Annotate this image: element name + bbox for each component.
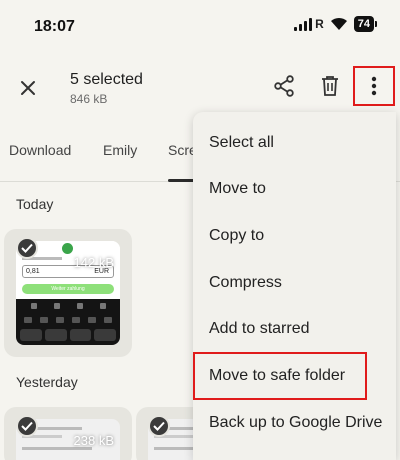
selection-size: 846 kB xyxy=(70,92,108,106)
tab-indicator xyxy=(168,179,196,182)
menu-item-move-to-safe-folder[interactable]: Move to safe folder xyxy=(209,367,345,385)
amount-text: 0,81 xyxy=(26,268,40,275)
tab-emily[interactable]: Emily xyxy=(103,142,137,158)
close-icon xyxy=(21,81,35,95)
status-bar: 18:07 R 74 xyxy=(0,0,400,56)
section-yesterday: Yesterday xyxy=(16,374,78,390)
tab-download[interactable]: Download xyxy=(9,142,71,158)
share-icon xyxy=(274,75,294,97)
menu-item-add-to-starred[interactable]: Add to starred xyxy=(209,320,310,338)
selected-check-icon xyxy=(16,415,38,437)
overflow-menu: Select all Move to Copy to Compress Add … xyxy=(193,112,396,460)
thumbnail-yesterday-1[interactable]: 238 kB xyxy=(4,407,132,460)
delete-button[interactable] xyxy=(316,72,344,100)
selected-check-icon xyxy=(16,237,38,259)
more-vert-icon xyxy=(371,76,377,96)
signal-icon: R xyxy=(294,17,324,31)
status-time: 18:07 xyxy=(34,18,75,35)
battery-icon: 74 xyxy=(353,16,378,32)
menu-item-backup-google-drive[interactable]: Back up to Google Drive xyxy=(209,414,382,432)
share-button[interactable] xyxy=(270,72,298,100)
thumbnail-size: 142 kB xyxy=(73,255,114,270)
menu-item-move-to[interactable]: Move to xyxy=(209,180,266,198)
selection-count-title: 5 selected xyxy=(70,71,143,88)
thumbnail-size: 238 kB xyxy=(73,433,114,448)
close-selection-button[interactable] xyxy=(12,72,44,104)
menu-item-copy-to[interactable]: Copy to xyxy=(209,227,264,245)
selected-check-icon xyxy=(148,415,170,437)
app-logo-icon xyxy=(62,243,73,254)
wifi-icon xyxy=(330,17,347,30)
thumbnail-today-1[interactable]: 142 kB 0,81 EUR Weiter zahlung xyxy=(4,229,132,357)
roaming-indicator: R xyxy=(315,17,324,31)
section-today: Today xyxy=(16,196,54,212)
keyboard-preview xyxy=(16,299,120,345)
more-options-button[interactable] xyxy=(353,66,395,106)
continue-button-preview: Weiter zahlung xyxy=(22,284,114,294)
status-icons: R 74 xyxy=(294,16,378,32)
menu-item-select-all[interactable]: Select all xyxy=(209,134,274,152)
trash-icon xyxy=(322,76,338,96)
selection-app-bar: 5 selected 846 kB xyxy=(0,56,400,118)
menu-item-compress[interactable]: Compress xyxy=(209,274,282,292)
